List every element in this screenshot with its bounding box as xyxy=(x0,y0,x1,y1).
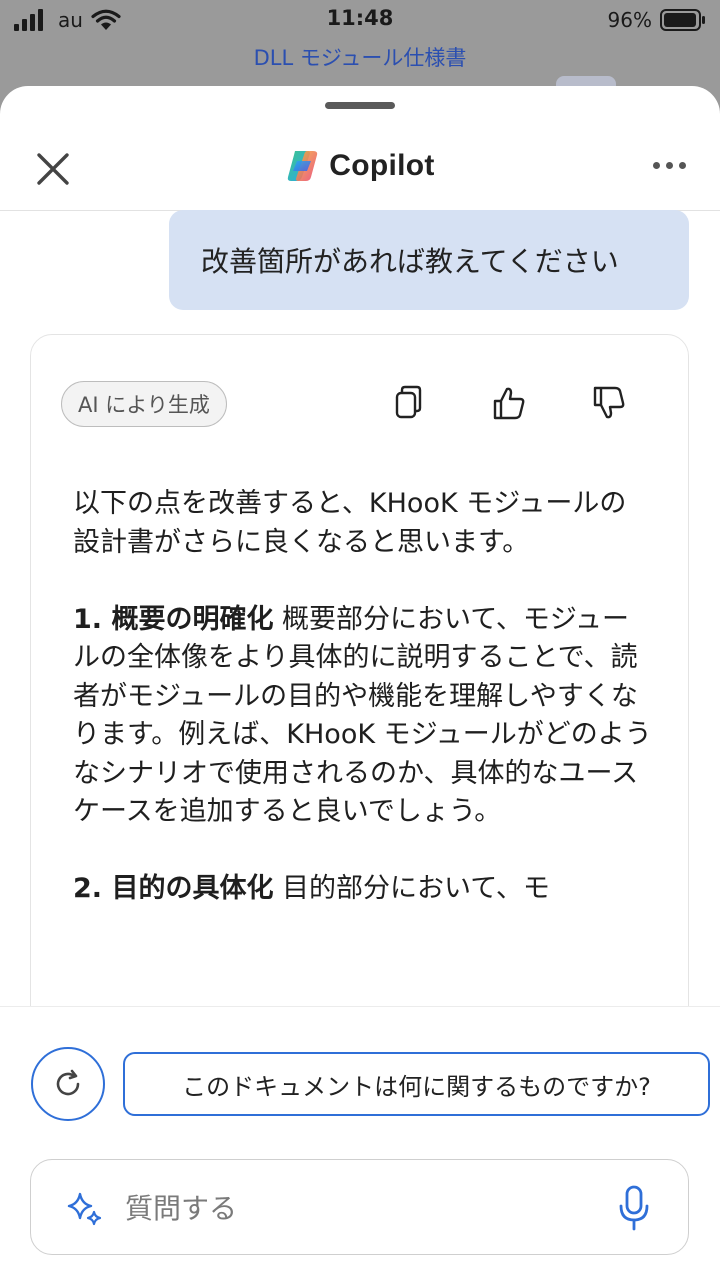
microphone-icon[interactable] xyxy=(616,1184,652,1232)
answer-item-2-text: 目的部分において、モ xyxy=(273,873,550,904)
assistant-answer-card: AI により生成 以下の点を改善すると、KHooK モジュールの設計書がさらに良… xyxy=(30,334,689,1094)
copilot-sheet: Copilot 改善箇所があれば教えてください AI により生成 以下の点を改善… xyxy=(0,86,720,1280)
answer-text: 以下の点を改善すると、KHooK モジュールの設計書がさらに良くなると思います。… xyxy=(73,485,653,947)
copilot-brand: Copilot xyxy=(0,149,720,183)
composer-area: このドキュメントは何に関するものですか? xyxy=(0,1006,720,1280)
ai-generated-badge: AI により生成 xyxy=(61,381,227,427)
copy-icon[interactable] xyxy=(387,381,431,425)
answer-item-1: 1. 概要の明確化 概要部分において、モジュールの全体像をより具体的に説明するこ… xyxy=(73,601,653,832)
thumbs-up-icon[interactable] xyxy=(487,381,531,425)
answer-item-1-text: 概要部分において、モジュールの全体像をより具体的に説明することで、読者がモジュー… xyxy=(73,603,652,828)
sheet-header: Copilot xyxy=(0,116,720,211)
user-message-bubble: 改善箇所があれば教えてください xyxy=(169,210,689,310)
brand-name: Copilot xyxy=(329,149,435,182)
new-topic-button[interactable] xyxy=(31,1047,105,1121)
answer-intro: 以下の点を改善すると、KHooK モジュールの設計書がさらに良くなると思います。 xyxy=(73,488,627,558)
refresh-icon xyxy=(56,1069,80,1096)
prompt-input-box[interactable] xyxy=(30,1159,689,1255)
more-options-icon[interactable] xyxy=(653,162,686,169)
thumbs-down-icon[interactable] xyxy=(587,381,631,425)
sparkle-icon xyxy=(67,1192,102,1226)
suggestion-chip[interactable]: このドキュメントは何に関するものですか? xyxy=(123,1052,710,1116)
battery-percent: 96% xyxy=(607,8,652,32)
answer-item-2-title: 2. 目的の具体化 xyxy=(73,873,274,904)
copilot-logo-icon xyxy=(288,151,318,181)
sheet-grabber[interactable] xyxy=(325,102,395,109)
answer-item-1-title: 1. 概要の明確化 xyxy=(73,603,274,635)
battery-icon xyxy=(660,9,705,31)
status-bar: au 11:48 96% xyxy=(0,0,720,40)
prompt-input[interactable] xyxy=(123,1180,587,1236)
background-document-title: DLL モジュール仕様書 xyxy=(253,46,467,70)
answer-item-2: 2. 目的の具体化 目的部分において、モ xyxy=(73,870,653,909)
user-message-text: 改善箇所があれば教えてください xyxy=(201,245,619,278)
